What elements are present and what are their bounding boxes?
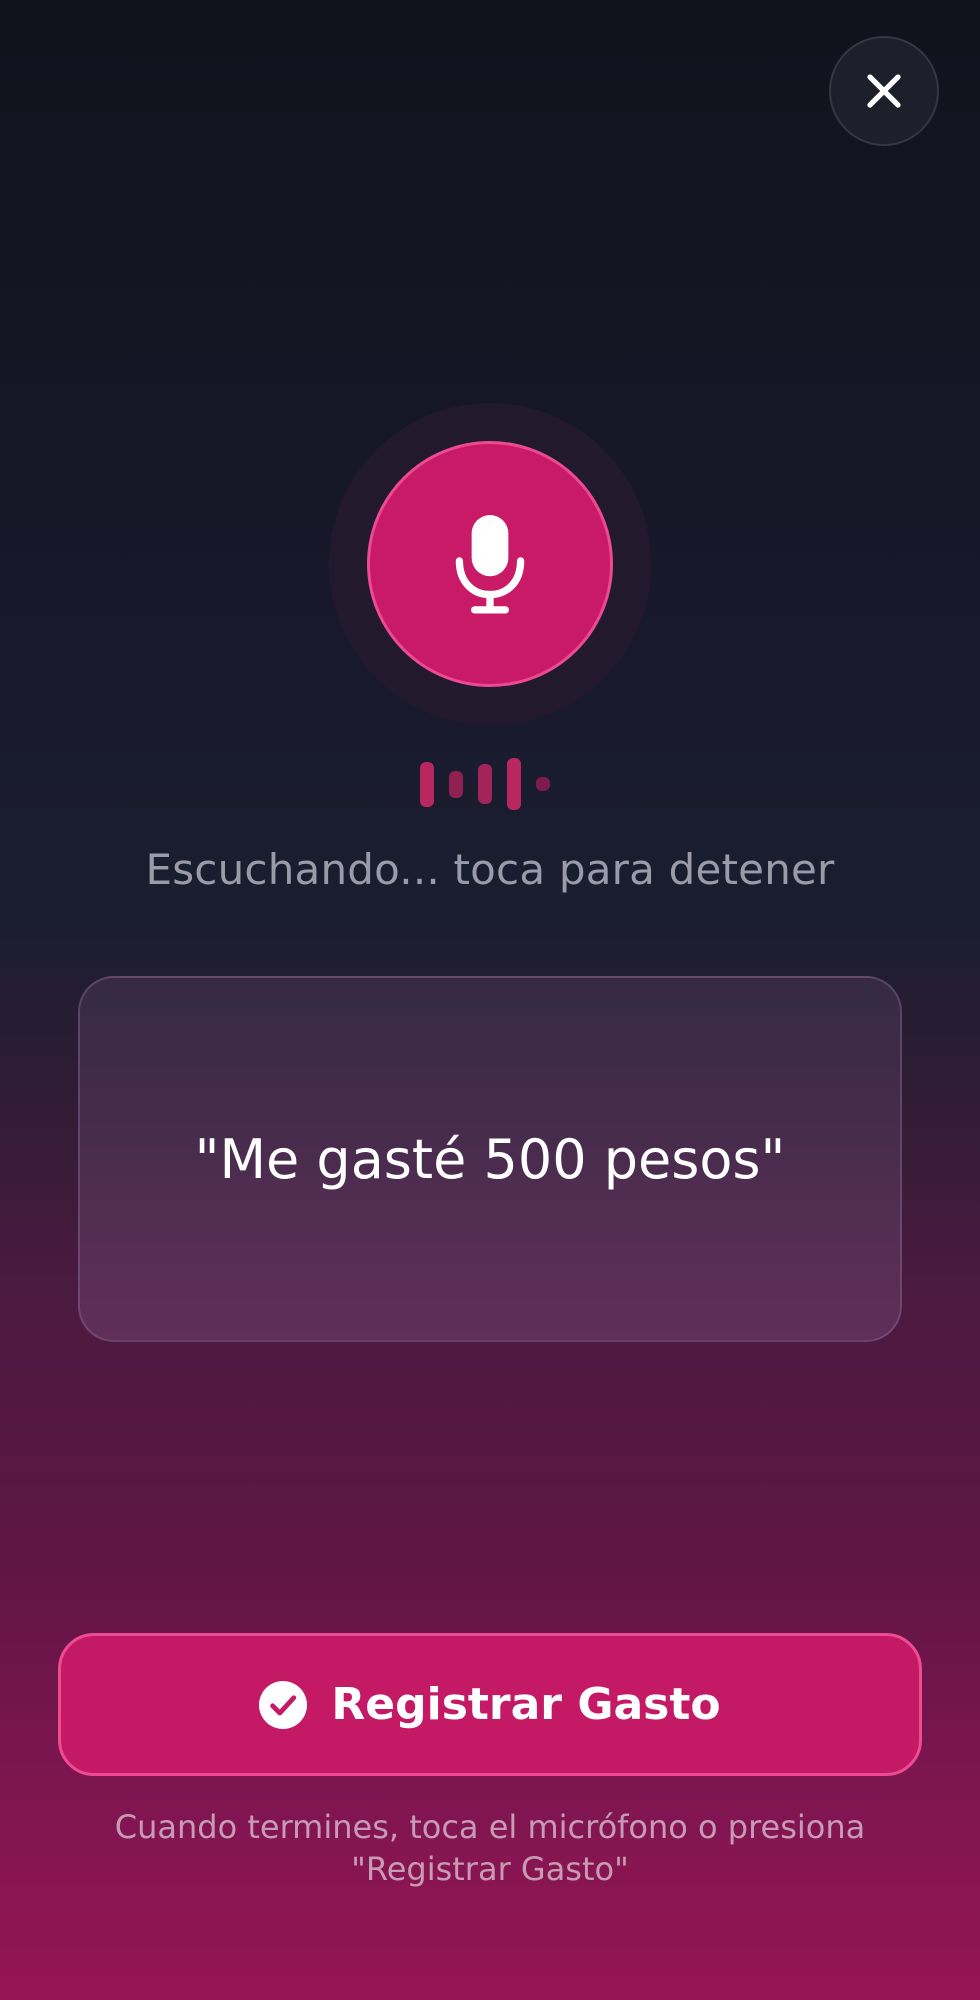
microphone-icon — [455, 515, 525, 614]
audio-level-bar — [536, 777, 550, 791]
microphone-button[interactable] — [367, 441, 613, 687]
audio-level-bar — [507, 758, 521, 810]
transcript-text: "Me gasté 500 pesos" — [194, 1127, 786, 1191]
transcript-card: "Me gasté 500 pesos" — [78, 976, 902, 1342]
hint-line-2: "Registrar Gasto" — [351, 1850, 629, 1888]
hint-line-1: Cuando termines, toca el micrófono o pre… — [114, 1808, 866, 1846]
register-expense-label: Registrar Gasto — [331, 1679, 721, 1730]
close-button[interactable] — [829, 36, 939, 146]
instruction-hint: Cuando termines, toca el micrófono o pre… — [100, 1806, 880, 1890]
listening-status: Escuchando... toca para detener — [145, 845, 835, 894]
register-expense-button[interactable]: Registrar Gasto — [58, 1633, 922, 1776]
audio-level-indicator — [420, 756, 560, 812]
audio-level-bar — [449, 770, 463, 798]
audio-level-bar — [478, 764, 492, 804]
check-circle-icon — [259, 1680, 308, 1729]
audio-level-bar — [420, 761, 434, 807]
close-icon — [867, 74, 901, 108]
